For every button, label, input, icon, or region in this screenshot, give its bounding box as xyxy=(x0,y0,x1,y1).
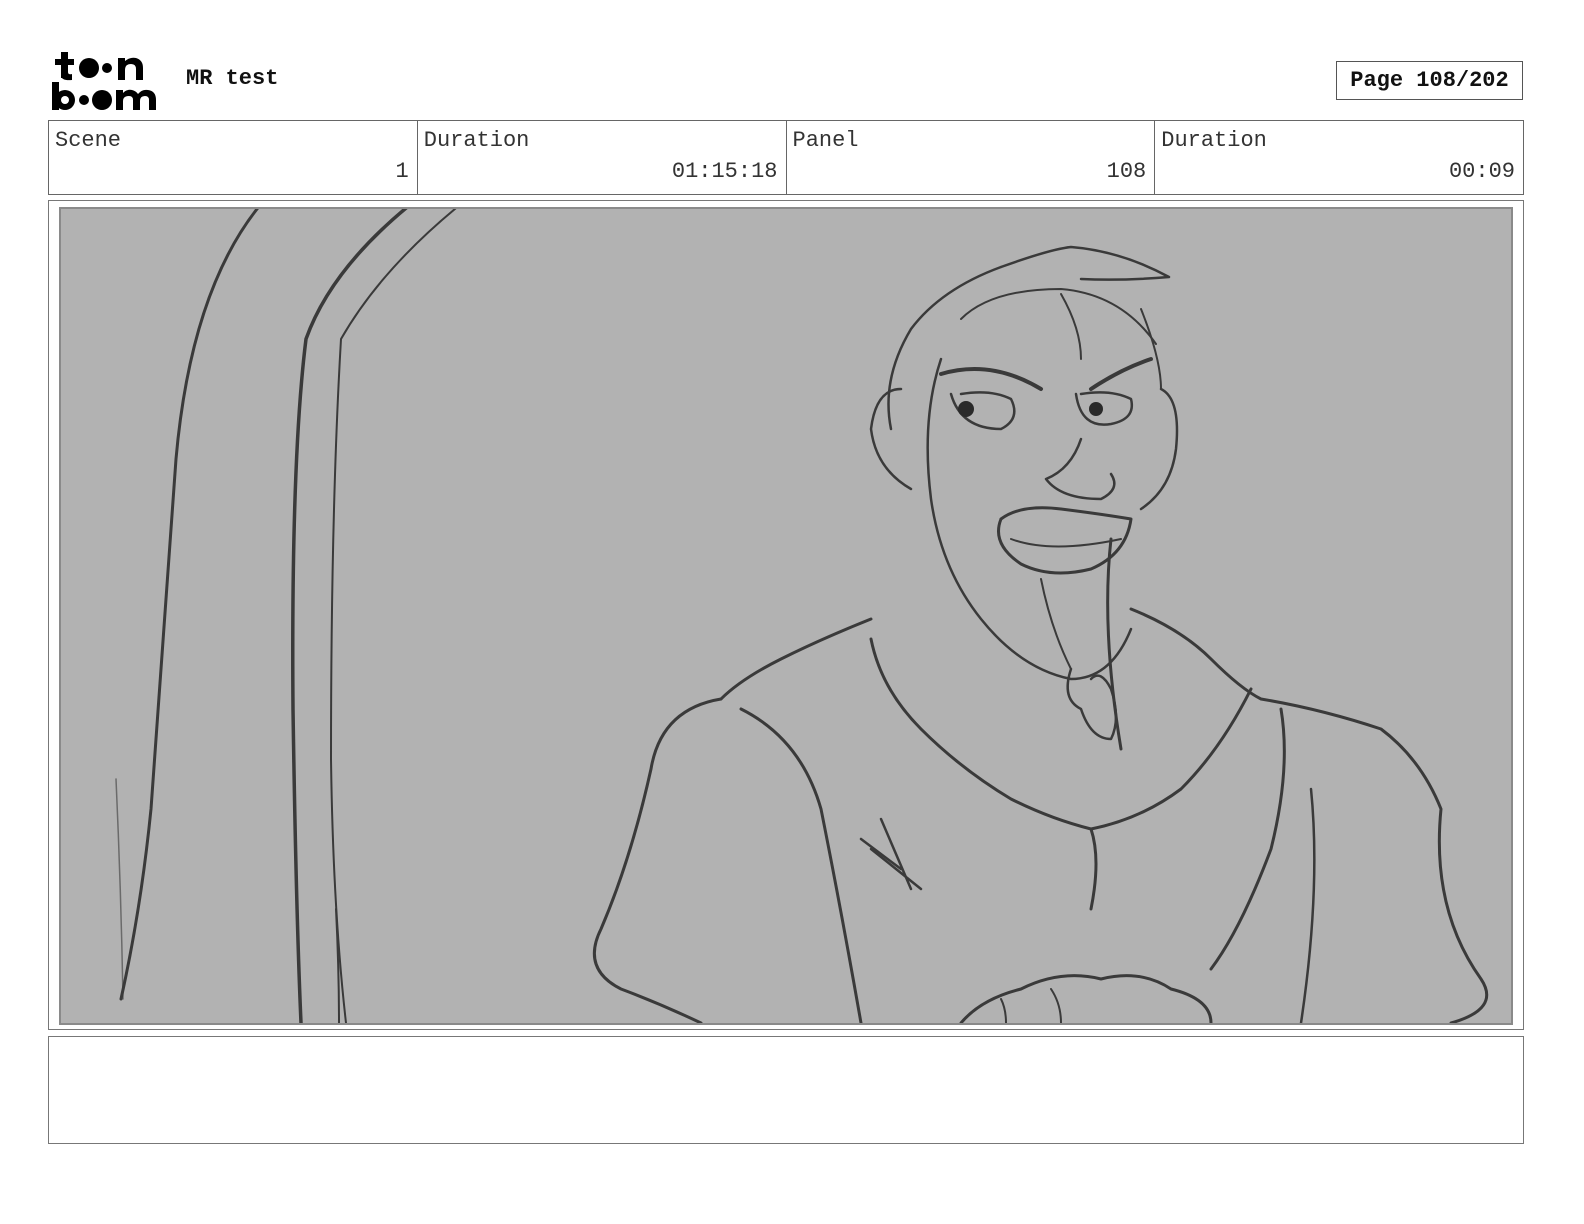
storyboard-panel-frame xyxy=(48,200,1524,1030)
panel-label: Panel xyxy=(792,128,859,153)
scene-value: 1 xyxy=(395,159,409,184)
scene-duration-cell: Duration 01:15:18 xyxy=(418,121,787,194)
storyboard-sketch xyxy=(59,207,1513,1025)
project-title: MR test xyxy=(186,66,279,91)
toon-boom-logo xyxy=(50,50,165,112)
panel-duration-value: 00:09 xyxy=(1448,159,1515,184)
scene-label: Scene xyxy=(55,128,122,153)
panel-cell: Panel 108 xyxy=(787,121,1156,194)
page-number: Page 108/202 xyxy=(1336,61,1523,100)
scene-duration-value: 01:15:18 xyxy=(671,159,778,184)
panel-duration-label: Duration xyxy=(1161,128,1267,153)
panel-duration-cell: Duration 00:09 xyxy=(1155,121,1523,194)
scene-cell: Scene 1 xyxy=(49,121,418,194)
panel-info-table: Scene 1 Duration 01:15:18 Panel 108 Dura… xyxy=(48,120,1524,195)
scene-duration-label: Duration xyxy=(423,128,530,153)
panel-value: 108 xyxy=(1106,159,1147,184)
panel-notes-area xyxy=(48,1036,1524,1144)
page-number-label: Page 108/202 xyxy=(1350,68,1509,93)
